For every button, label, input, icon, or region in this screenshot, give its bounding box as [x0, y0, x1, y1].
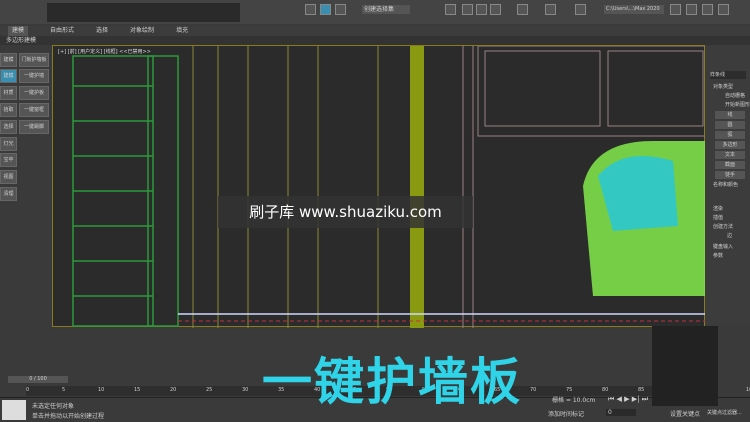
freehand-button[interactable]: 徒手	[715, 171, 745, 179]
project-path-dropdown[interactable]: C:\Users\...\Max 2020	[604, 5, 664, 14]
left-button[interactable]: 材质	[0, 86, 17, 100]
angle-snap-icon[interactable]	[320, 4, 331, 15]
maxscript-listener[interactable]	[2, 400, 26, 420]
redacted-area	[47, 3, 240, 22]
category-dropdown[interactable]: 样条线	[710, 71, 746, 79]
rollout-name-color[interactable]: 名称和颜色	[713, 181, 738, 189]
viewport[interactable]	[52, 45, 709, 328]
status-prompt: 单击并拖动以开始创建过程	[32, 413, 105, 420]
edge-radio[interactable]: 边	[727, 232, 732, 240]
left-button[interactable]: 清理	[0, 187, 17, 201]
selection-set-dropdown[interactable]: 创建选择集	[362, 5, 410, 14]
set-key-button[interactable]: 设置关键点	[670, 409, 700, 418]
left-button[interactable]: 拾取	[0, 103, 17, 117]
frame-input[interactable]: 0	[606, 409, 636, 416]
ngon-button[interactable]: 多边形	[715, 141, 745, 149]
time-slider[interactable]: 0 / 100	[8, 376, 68, 383]
section-button[interactable]: 截面	[715, 161, 745, 169]
add-time-tag[interactable]: 添加时间标记	[548, 409, 584, 418]
rollout-interpolation[interactable]: 插值	[713, 214, 723, 222]
viewport-wireframe	[72, 45, 709, 328]
left-button[interactable]: 选择	[0, 120, 17, 134]
material-editor-icon[interactable]	[517, 4, 528, 15]
key-filters-button[interactable]: 关键点过滤器...	[707, 409, 742, 416]
circle-button[interactable]: 圆	[715, 121, 745, 129]
tab-selection[interactable]: 选择	[96, 26, 108, 36]
rollout-parameters[interactable]: 参数	[713, 252, 723, 260]
timeline-tick: 25	[206, 387, 213, 393]
open-icon[interactable]	[670, 4, 681, 15]
snap-toggle-icon[interactable]	[305, 4, 316, 15]
left-button[interactable]: 灯光	[0, 137, 17, 151]
save-icon[interactable]	[686, 4, 697, 15]
grid-size: 栅格 = 10.0cm	[552, 397, 596, 404]
ribbon-subtitle: 多边形建模	[0, 36, 750, 45]
curve-editor-icon[interactable]	[476, 4, 487, 15]
ribbon-tabs: 建模 自由形式 选择 对象绘制 填充	[0, 26, 750, 36]
scene-explorer-icon[interactable]	[462, 4, 473, 15]
timeline-tick: 100	[746, 387, 750, 393]
timeline-tick: 30	[242, 387, 249, 393]
script-panel: 建模 建模 材质 拾取 选择 灯光 宝卒 视图 清理 门板护墙板 一键护墙 一键…	[0, 45, 52, 327]
timeline-tick: 0	[26, 387, 30, 393]
render-icon[interactable]	[575, 4, 586, 15]
sofa-cushion	[598, 156, 678, 231]
left-button[interactable]: 视图	[0, 170, 17, 184]
tool-button[interactable]: 一键护板	[19, 86, 49, 100]
line-button[interactable]: 线	[715, 111, 745, 119]
timeline-tick: 85	[638, 387, 645, 393]
timeline-tick: 15	[134, 387, 141, 393]
text-button[interactable]: 文本	[715, 151, 745, 159]
tool-button[interactable]: 一键踢脚	[19, 120, 49, 134]
tab-modeling[interactable]: 建模	[8, 26, 29, 36]
status-line1: 未选定任何对象	[32, 403, 75, 410]
overlay-box	[652, 326, 718, 406]
left-button[interactable]: 宝卒	[0, 153, 17, 167]
rollout-rendering[interactable]: 渲染	[713, 205, 723, 213]
tab-populate[interactable]: 填充	[176, 26, 188, 36]
rollout-keyboard-entry[interactable]: 键盘输入	[713, 243, 733, 251]
layer-icon[interactable]	[445, 4, 456, 15]
start-new-shape-checkbox[interactable]: 开始新图形	[725, 101, 750, 109]
import-icon[interactable]	[702, 4, 713, 15]
tab-object-paint[interactable]: 对象绘制	[130, 26, 154, 36]
wall-panel-strip	[410, 46, 424, 328]
main-toolbar: 创建选择集 C:\Users\...\Max 2020	[0, 0, 750, 24]
watermark: 刷子库 www.shuaziku.com	[218, 196, 473, 228]
viewport-label[interactable]: [+] [前] [用户定义] [线框] <<已禁用>>	[58, 48, 151, 55]
timeline-tick: 80	[602, 387, 609, 393]
command-panel: 样条线 对象类型 自动栅格 开始新图形 线 圆 弧 多边形 文本 截面 徒手 名…	[705, 45, 750, 325]
tool-button[interactable]: 一键窗框	[19, 103, 49, 117]
tool-button[interactable]: 一键护墙	[19, 69, 49, 83]
timeline-tick: 20	[170, 387, 177, 393]
caption: 一键护墙板	[262, 353, 522, 411]
left-button[interactable]: 建模	[0, 69, 17, 83]
tool-button[interactable]: 门板护墙板	[19, 53, 49, 67]
timeline-tick: 70	[530, 387, 537, 393]
playback-controls[interactable]: ⏮ ◀ ▶ ▶| ⏭	[608, 395, 648, 404]
timeline-tick: 5	[62, 387, 66, 393]
schematic-icon[interactable]	[490, 4, 501, 15]
export-icon[interactable]	[718, 4, 729, 15]
percent-snap-icon[interactable]	[335, 4, 346, 15]
auto-grid-checkbox[interactable]: 自动栅格	[725, 92, 745, 100]
rollout-creation-method[interactable]: 创建方法	[713, 223, 733, 231]
render-setup-icon[interactable]	[545, 4, 556, 15]
tab-freeform[interactable]: 自由形式	[50, 26, 74, 36]
rollout-object-type[interactable]: 对象类型	[713, 83, 733, 91]
left-button[interactable]: 建模	[0, 53, 17, 67]
arc-button[interactable]: 弧	[715, 131, 745, 139]
timeline-tick: 10	[98, 387, 105, 393]
timeline-tick: 75	[566, 387, 573, 393]
